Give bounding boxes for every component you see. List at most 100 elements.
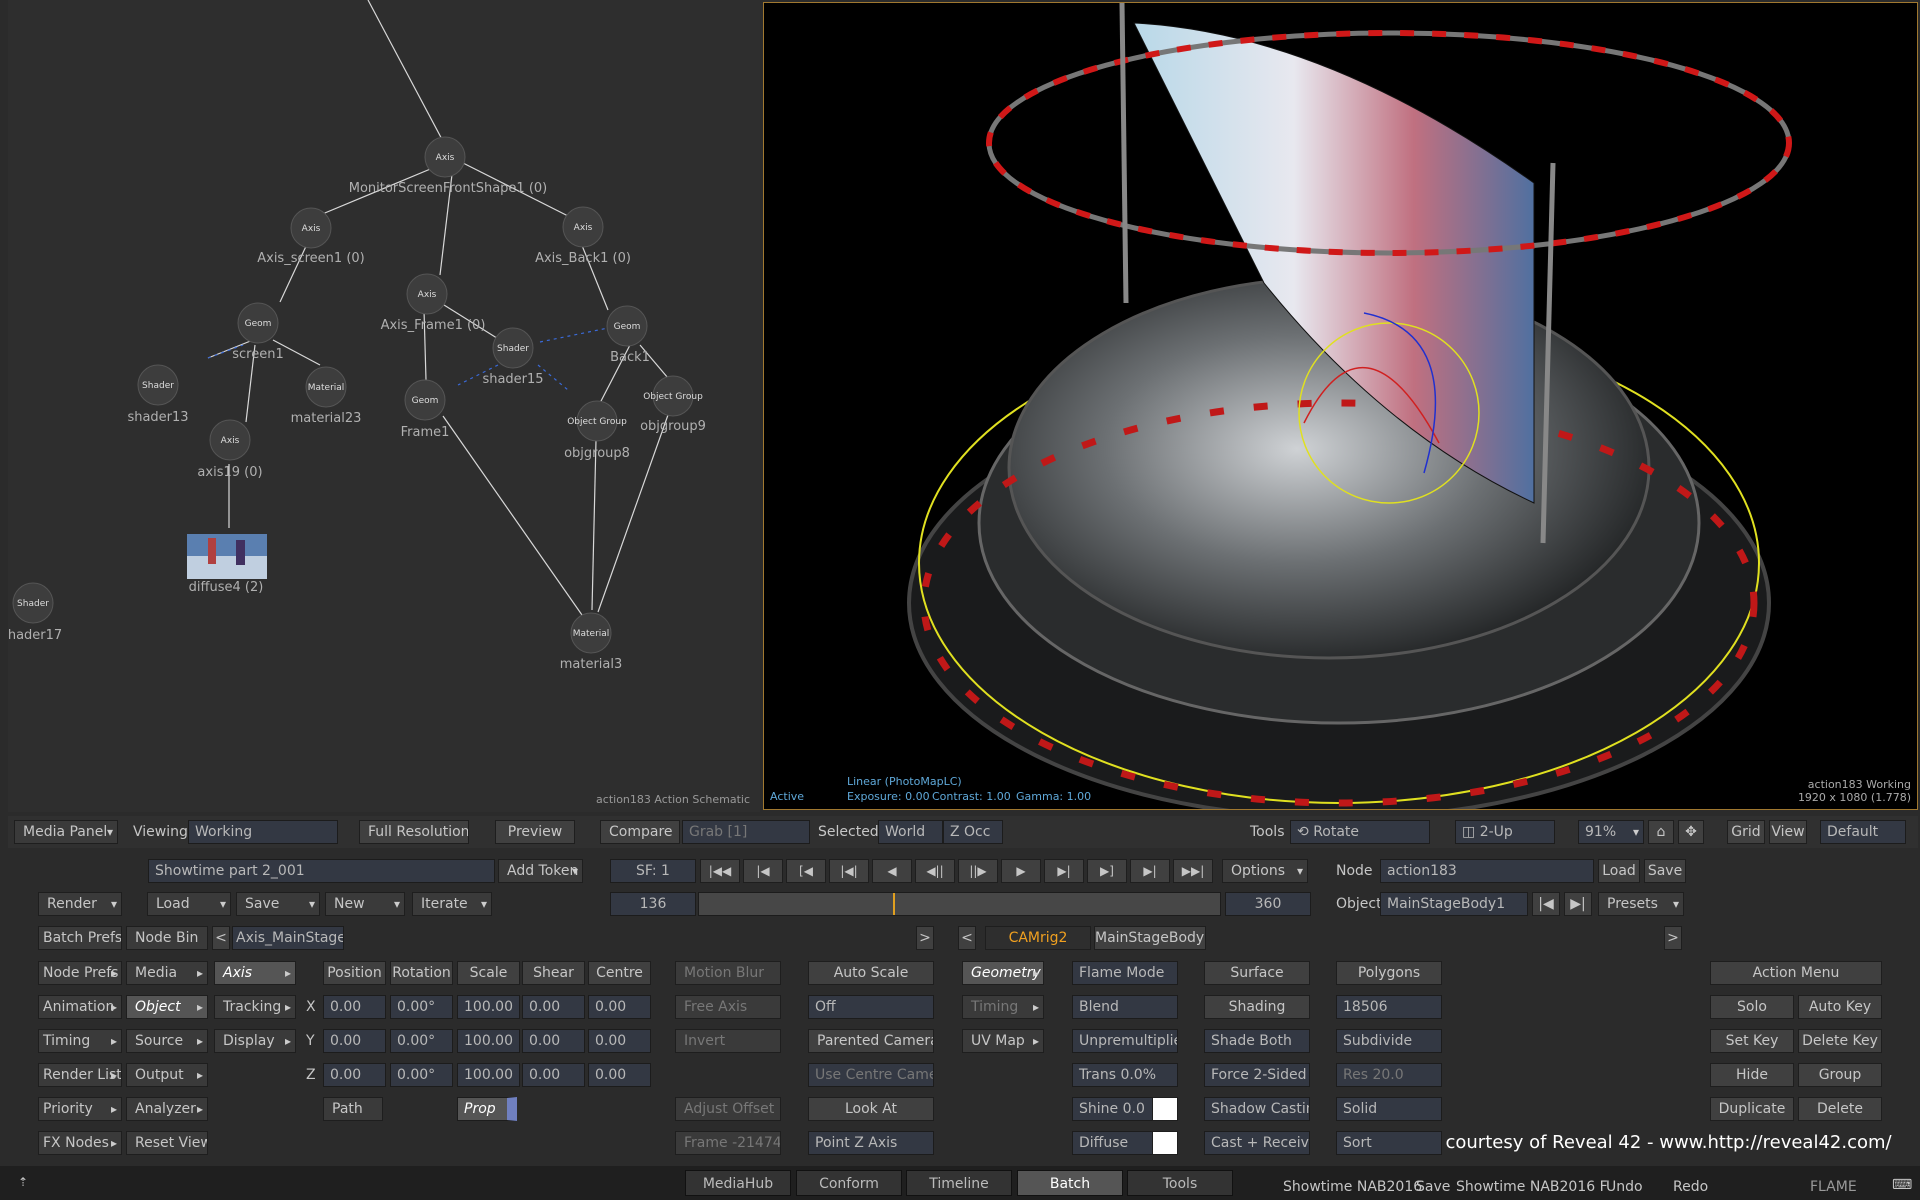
collapse-icon[interactable]: ⇡ (18, 1170, 28, 1194)
schematic-graph[interactable]: AxisMonitorScreenFrontShape1 (0) AxisAxi… (8, 0, 760, 812)
path-button[interactable]: Path (323, 1097, 383, 1121)
col6-item-1[interactable]: Off (808, 995, 934, 1019)
menu-reset-view[interactable]: Reset View (126, 1131, 208, 1155)
axis-header-rotation[interactable]: Rotation (390, 961, 453, 985)
fit-icon[interactable]: ✥ (1678, 820, 1704, 844)
transport-icon-7[interactable]: ▶ (1001, 859, 1041, 883)
col6-item-3[interactable]: Use Centre Camera (808, 1063, 934, 1087)
breadcrumb[interactable]: Axis_MainStageBod (232, 926, 344, 950)
preview-button[interactable]: Preview (495, 820, 575, 844)
iterate-button[interactable]: Iterate (412, 892, 492, 916)
col5-item-1[interactable]: Free Axis (675, 995, 781, 1019)
grid-button[interactable]: Grid (1727, 820, 1765, 844)
project-select[interactable]: Showtime NAB2016 F (1456, 1175, 1608, 1199)
menu-render-list[interactable]: Render List (38, 1063, 122, 1087)
node-material-3[interactable]: Material material3 (560, 612, 623, 672)
action-action-menu[interactable]: Action Menu (1710, 961, 1882, 985)
transport-icon-10[interactable]: ▶| (1130, 859, 1170, 883)
keyboard-icon[interactable]: ⌨ (1892, 1173, 1912, 1197)
transport-icon-1[interactable]: |◀ (743, 859, 783, 883)
axis-y-field-4[interactable]: 0.00 (588, 1029, 651, 1053)
start-frame-field[interactable]: SF: 1 (610, 859, 696, 883)
node-load-button[interactable]: Load (1598, 859, 1640, 883)
menu-animation[interactable]: Animation (38, 995, 122, 1019)
node-material-23[interactable]: Material material23 (291, 366, 362, 426)
action-duplicate[interactable]: Duplicate (1710, 1097, 1794, 1121)
tab-batch[interactable]: Batch (1017, 1170, 1123, 1196)
transport-icon-9[interactable]: ▶] (1087, 859, 1127, 883)
menu-output[interactable]: Output (126, 1063, 208, 1087)
axis-y-field-3[interactable]: 0.00 (522, 1029, 585, 1053)
col10-item-0[interactable]: Polygons (1336, 961, 1442, 985)
batch-prefs-button[interactable]: Batch Prefs (38, 926, 122, 950)
render-button[interactable]: Render (38, 892, 122, 916)
transport-icon-3[interactable]: |◀| (829, 859, 869, 883)
project-save-button[interactable]: Save (1416, 1175, 1450, 1199)
col9-item-5[interactable]: Cast + Receive (1204, 1131, 1310, 1155)
frame-out-field[interactable]: 360 (1225, 892, 1311, 916)
undo-button[interactable]: Undo (1606, 1175, 1643, 1199)
node-geom-frame[interactable]: Geom Frame1 (401, 379, 450, 440)
node-axis-screen[interactable]: Axis Axis_screen1 (0) (257, 207, 365, 266)
tab-mediahub[interactable]: MediaHub (685, 1170, 791, 1196)
col10-item-1[interactable]: 18506 (1336, 995, 1442, 1019)
tab-camrig2[interactable]: CAMrig2 (985, 926, 1091, 950)
next-object-icon[interactable]: ▶| (1564, 892, 1592, 916)
transport-icon-8[interactable]: ▶| (1044, 859, 1084, 883)
col5-item-3[interactable]: Adjust Offset (675, 1097, 781, 1121)
col9-item-2[interactable]: Shade Both (1204, 1029, 1310, 1053)
col9-item-3[interactable]: Force 2-Sided (1204, 1063, 1310, 1087)
col7-item-2[interactable]: UV Map (962, 1029, 1044, 1053)
node-name-field[interactable]: action183 (1380, 859, 1594, 883)
col8-item-3[interactable]: Trans 0.0% (1072, 1063, 1178, 1087)
playhead[interactable] (893, 893, 895, 915)
node-bin-button[interactable]: Node Bin (126, 926, 208, 950)
transport-icon-11[interactable]: ▶▶| (1173, 859, 1213, 883)
tab-timeline[interactable]: Timeline (906, 1170, 1012, 1196)
axis-x-field-2[interactable]: 100.00 (457, 995, 520, 1019)
menu-timing[interactable]: Timing (38, 1029, 122, 1053)
menu-source[interactable]: Source (126, 1029, 208, 1053)
axis-x-field-4[interactable]: 0.00 (588, 995, 651, 1019)
crumb-next-button[interactable]: > (916, 926, 934, 950)
col10-item-2[interactable]: Subdivide (1336, 1029, 1442, 1053)
viewing-select[interactable]: Working (188, 820, 338, 844)
col6-item-0[interactable]: Auto Scale (808, 961, 934, 985)
col10-item-4[interactable]: Solid (1336, 1097, 1442, 1121)
crumb-prev-button[interactable]: < (212, 926, 230, 950)
node-geom-back[interactable]: Geom Back1 (606, 305, 650, 365)
action-auto-key[interactable]: Auto Key (1798, 995, 1882, 1019)
node-axis-back[interactable]: Axis Axis_Back1 (0) (535, 206, 631, 266)
prev-object-icon[interactable]: |◀ (1532, 892, 1560, 916)
col6-item-4[interactable]: Look At (808, 1097, 934, 1121)
col10-item-5[interactable]: Sort (1336, 1131, 1442, 1155)
action-delete[interactable]: Delete (1798, 1097, 1882, 1121)
grab-field[interactable]: Grab [1] (682, 820, 810, 844)
menu-analyzer[interactable]: Analyzer (126, 1097, 208, 1121)
axis-z-field-1[interactable]: 0.00° (390, 1063, 453, 1087)
new-button[interactable]: New (325, 892, 405, 916)
tab-tools[interactable]: Tools (1127, 1170, 1233, 1196)
col10-item-3[interactable]: Res 20.0 (1336, 1063, 1442, 1087)
col9-item-1[interactable]: Shading (1204, 995, 1310, 1019)
home-icon[interactable]: ⌂ (1648, 820, 1674, 844)
node-axis-19[interactable]: Axis axis19 (0) (197, 419, 263, 480)
menu-fx-nodes[interactable]: FX Nodes (38, 1131, 122, 1155)
axis-x-field-0[interactable]: 0.00 (323, 995, 386, 1019)
col8-item-2[interactable]: Unpremultiplied (1072, 1029, 1178, 1053)
axis-header-shear[interactable]: Shear (522, 961, 585, 985)
transport-icon-0[interactable]: |◀◀ (700, 859, 740, 883)
zoom-select[interactable]: 91% (1578, 820, 1644, 844)
col9-item-0[interactable]: Surface (1204, 961, 1310, 985)
full-resolution-button[interactable]: Full Resolution (359, 820, 469, 844)
action-solo[interactable]: Solo (1710, 995, 1794, 1019)
save-button[interactable]: Save (236, 892, 320, 916)
node-objgroup-9[interactable]: Object Group objgroup9 (640, 375, 706, 434)
rotate-tool-select[interactable]: ⟲ Rotate (1290, 820, 1430, 844)
axis-z-field-3[interactable]: 0.00 (522, 1063, 585, 1087)
menu-tracking[interactable]: Tracking (214, 995, 296, 1019)
node-axis-frame[interactable]: Axis Axis_Frame1 (0) (381, 273, 486, 333)
node-axis-monitor[interactable]: Axis MonitorScreenFrontShape1 (0) (349, 136, 548, 196)
transport-icon-4[interactable]: ◀ (872, 859, 912, 883)
col7-item-1[interactable]: Timing (962, 995, 1044, 1019)
